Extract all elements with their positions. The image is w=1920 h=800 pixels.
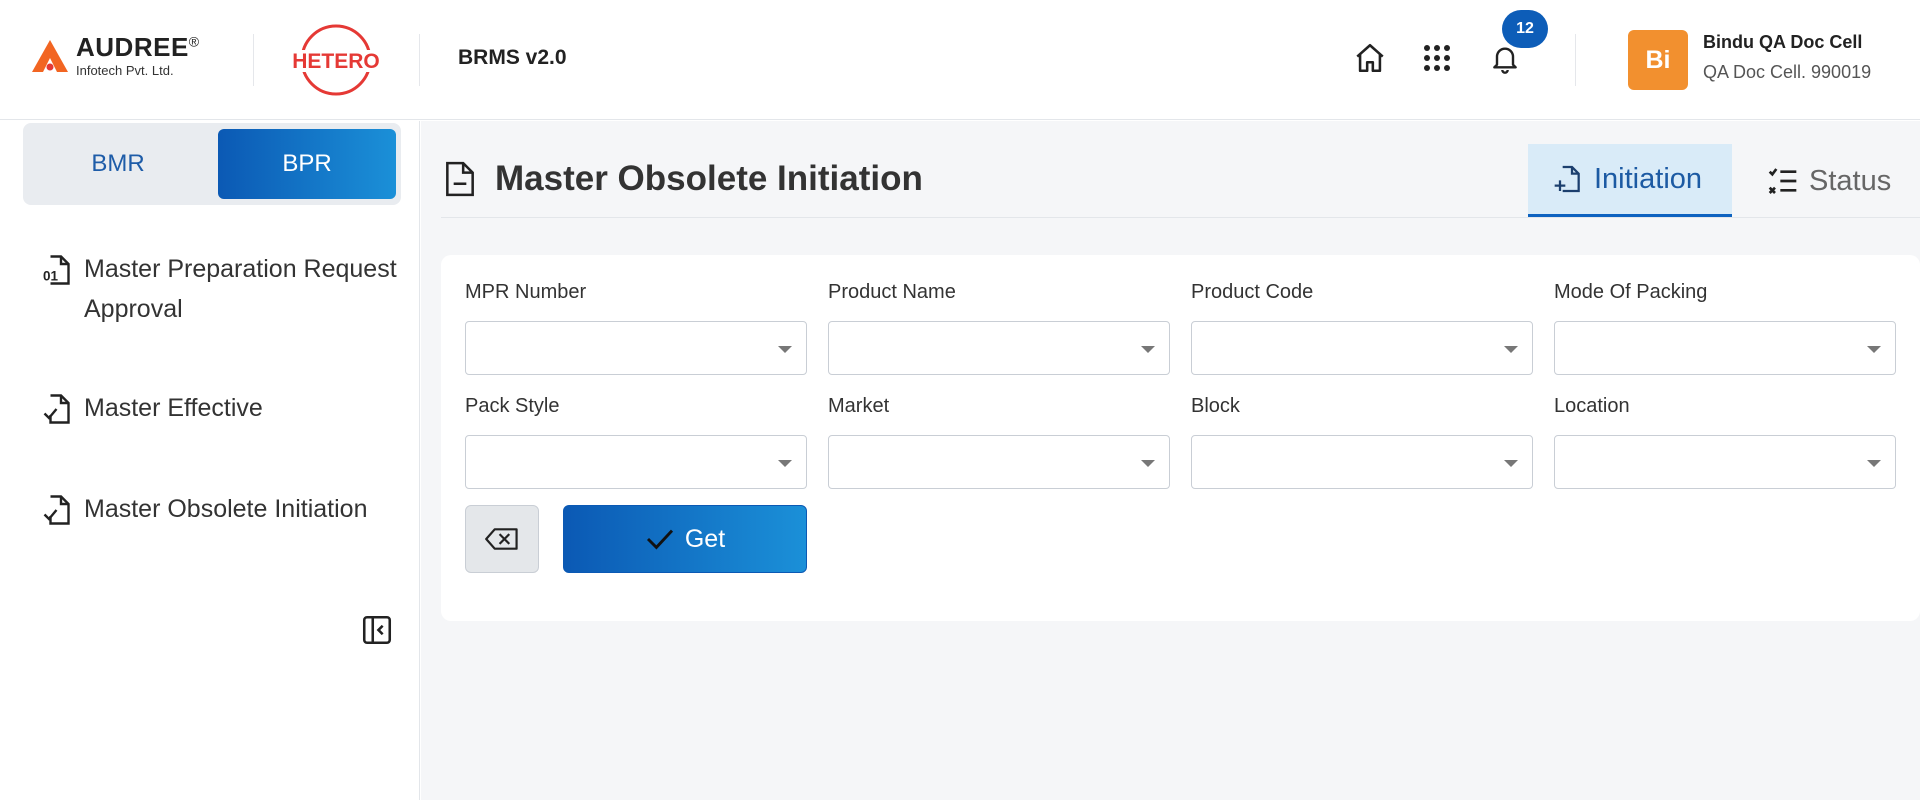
dropdown-caret-icon — [1867, 460, 1881, 467]
field-label: MPR Number — [465, 281, 587, 303]
file-check-icon — [43, 495, 70, 525]
market-select[interactable] — [828, 435, 1170, 489]
svg-text:01: 01 — [43, 269, 59, 284]
main-content: Master Obsolete Initiation Initiation St… — [421, 121, 1920, 800]
sidebar-item-label: Master Preparation Request Approval — [84, 255, 397, 323]
clear-button[interactable] — [465, 505, 539, 573]
logo-name: AUDREE — [76, 32, 189, 62]
sidebar-item-label: Master Obsolete Initiation — [84, 495, 368, 523]
header-divider — [253, 34, 254, 86]
product-code-field: Product Code — [1191, 281, 1533, 375]
logo-subtitle: Infotech Pvt. Ltd. — [76, 63, 174, 78]
tab-label: Initiation — [1594, 162, 1703, 195]
pack-style-select[interactable] — [465, 435, 807, 489]
sidebar-item-master-preparation-request-approval[interactable]: 01 Master Preparation Request Approval — [40, 249, 410, 329]
mode-of-packing-field: Mode Of Packing — [1554, 281, 1896, 375]
field-label: Pack Style — [465, 395, 560, 417]
sidebar-item-master-effective[interactable]: Master Effective — [40, 388, 410, 428]
field-label: Product Name — [828, 281, 956, 303]
dropdown-caret-icon — [1141, 346, 1155, 353]
title-divider — [441, 217, 1920, 218]
sidebar: BMR BPR 01 Master Preparation Request Ap… — [0, 121, 420, 800]
page-title: Master Obsolete Initiation — [495, 159, 923, 198]
mpr-number-select[interactable] — [465, 321, 807, 375]
checklist-icon — [1768, 168, 1797, 194]
location-select[interactable] — [1554, 435, 1896, 489]
product-name-select[interactable] — [828, 321, 1170, 375]
filter-form-card: MPR Number Product Name Product Code Mod… — [441, 255, 1920, 621]
dropdown-caret-icon — [1504, 346, 1518, 353]
mode-of-packing-select[interactable] — [1554, 321, 1896, 375]
bmr-bpr-toggle: BMR BPR — [23, 123, 401, 205]
field-label: Mode Of Packing — [1554, 281, 1708, 303]
page-header: Master Obsolete Initiation — [443, 159, 923, 199]
user-role: QA Doc Cell. 990019 — [1703, 62, 1872, 82]
sidebar-item-master-obsolete-initiation[interactable]: Master Obsolete Initiation — [40, 489, 410, 529]
file-number-icon: 01 — [43, 255, 70, 285]
tab-initiation[interactable]: Initiation — [1528, 144, 1732, 218]
user-name: Bindu QA Doc Cell — [1703, 32, 1863, 52]
get-button-label: Get — [684, 524, 726, 553]
hetero-logo-text: HETERO — [292, 50, 380, 73]
field-label: Product Code — [1191, 281, 1314, 303]
block-field: Block — [1191, 395, 1533, 489]
tab-status[interactable]: Status — [1767, 144, 1917, 218]
dropdown-caret-icon — [1504, 460, 1518, 467]
header-divider — [419, 34, 420, 86]
dropdown-caret-icon — [778, 460, 792, 467]
check-icon — [646, 529, 673, 550]
field-label: Block — [1191, 395, 1240, 417]
app-name: BRMS v2.0 — [458, 46, 567, 69]
field-label: Market — [828, 395, 890, 417]
block-select[interactable] — [1191, 435, 1533, 489]
product-code-select[interactable] — [1191, 321, 1533, 375]
apps-grid-icon[interactable] — [1419, 40, 1455, 76]
logo-registered-mark: ® — [188, 33, 200, 50]
dropdown-caret-icon — [778, 346, 792, 353]
sidebar-item-label: Master Effective — [84, 394, 263, 422]
audree-logo-icon — [32, 39, 68, 72]
get-button[interactable]: Get — [563, 505, 807, 573]
dropdown-caret-icon — [1141, 460, 1155, 467]
dropdown-caret-icon — [1867, 346, 1881, 353]
audree-logo[interactable]: AUDREE® Infotech Pvt. Ltd. — [30, 34, 200, 77]
pack-style-field: Pack Style — [465, 395, 807, 489]
top-header: AUDREE® Infotech Pvt. Ltd. HETERO BRMS v… — [0, 0, 1920, 120]
tab-label: Status — [1809, 164, 1892, 197]
toggle-bpr-button[interactable]: BPR — [218, 129, 396, 199]
file-plus-icon — [1554, 165, 1580, 193]
backspace-clear-icon — [485, 528, 518, 550]
market-field: Market — [828, 395, 1170, 489]
avatar[interactable]: Bi — [1628, 30, 1688, 90]
header-divider — [1575, 34, 1576, 86]
notification-count-badge[interactable]: 12 — [1502, 10, 1548, 48]
home-icon[interactable] — [1352, 40, 1388, 76]
file-check-icon — [43, 394, 70, 424]
mpr-number-field: MPR Number — [465, 281, 807, 375]
file-minus-icon — [446, 161, 474, 197]
hetero-logo: HETERO — [292, 24, 380, 96]
location-field: Location — [1554, 395, 1896, 489]
field-label: Location — [1554, 395, 1630, 417]
product-name-field: Product Name — [828, 281, 1170, 375]
collapse-sidebar-icon[interactable] — [360, 613, 394, 647]
toggle-bmr-button[interactable]: BMR — [29, 129, 207, 199]
